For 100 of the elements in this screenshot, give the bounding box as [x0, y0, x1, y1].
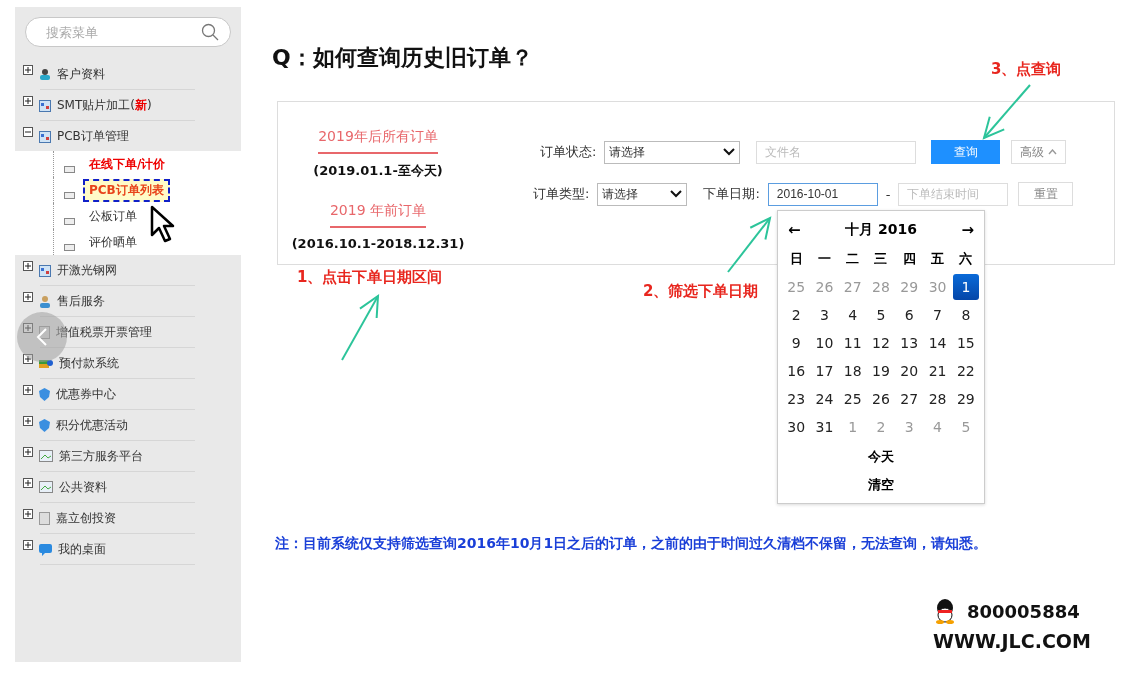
calendar-day[interactable]: 14	[924, 330, 951, 356]
calendar-day[interactable]: 31	[811, 414, 838, 440]
menu-item[interactable]: 优惠券中心	[56, 385, 116, 403]
expand-icon[interactable]	[23, 385, 33, 395]
calendar-day[interactable]: 1	[952, 274, 979, 300]
menu-item[interactable]: 客户资料	[57, 65, 105, 83]
document-icon	[39, 511, 50, 525]
calendar-day[interactable]: 7	[924, 302, 951, 328]
calendar-day[interactable]: 16	[783, 358, 810, 384]
menu-item[interactable]: PCB订单管理	[57, 127, 129, 145]
chevron-left-icon	[36, 327, 48, 347]
calendar-day[interactable]: 26	[867, 386, 895, 412]
menu-search-field[interactable]: 搜索菜单	[25, 17, 231, 47]
calendar-day[interactable]: 27	[896, 386, 923, 412]
chat-icon	[39, 542, 52, 556]
calendar-day[interactable]: 17	[811, 358, 838, 384]
clear-button[interactable]: 清空	[862, 473, 900, 497]
file-name-field[interactable]: 文件名	[756, 140, 917, 164]
calendar-day[interactable]: 28	[924, 386, 951, 412]
calendar-day[interactable]: 18	[839, 358, 866, 384]
document-icon	[39, 325, 50, 339]
expand-icon[interactable]	[23, 447, 33, 457]
calendar-day[interactable]: 20	[896, 358, 923, 384]
calendar-day[interactable]: 19	[867, 358, 895, 384]
menu-item[interactable]: 增值税票开票管理	[56, 323, 152, 341]
expand-icon[interactable]	[23, 292, 33, 302]
calendar-day[interactable]: 24	[811, 386, 838, 412]
expand-icon[interactable]	[23, 261, 33, 271]
menu-item[interactable]: 开激光钢网	[57, 261, 117, 279]
collapse-icon[interactable]	[23, 127, 33, 137]
expand-icon[interactable]	[23, 416, 33, 426]
calendar-day[interactable]: 25	[839, 386, 866, 412]
submenu-item[interactable]: 公板订单	[83, 204, 143, 228]
picture-icon	[39, 481, 53, 493]
calendar-day[interactable]: 12	[867, 330, 895, 356]
month-title: 十月 2016	[845, 221, 917, 239]
calendar-day[interactable]: 8	[952, 302, 979, 328]
weekday-label: 三	[873, 250, 889, 268]
chevron-down-icon	[670, 190, 683, 198]
calendar-day[interactable]: 22	[952, 358, 979, 384]
advanced-button[interactable]: 高级	[1011, 140, 1067, 164]
calendar-icon	[39, 129, 51, 143]
date-separator: -	[885, 186, 891, 202]
submenu-item[interactable]: 评价晒单	[83, 230, 143, 254]
qq-number: 800005884	[967, 600, 1080, 622]
menu-item[interactable]: 预付款系统	[59, 354, 119, 372]
today-button[interactable]: 今天	[862, 445, 900, 469]
document-icon	[64, 243, 75, 251]
date-range-text: (2016.10.1-2018.12.31)	[291, 236, 465, 251]
search-icon[interactable]	[201, 23, 219, 41]
menu-item[interactable]: 嘉立创投资	[56, 509, 116, 527]
expand-icon[interactable]	[23, 540, 33, 550]
field-label: 订单状态:	[540, 143, 597, 161]
calendar-day[interactable]: 2	[783, 302, 810, 328]
expand-icon[interactable]	[23, 65, 33, 75]
calendar-day[interactable]: 4	[839, 302, 866, 328]
status-select[interactable]: 请选择	[604, 140, 741, 164]
menu-item[interactable]: 公共资料	[59, 478, 107, 496]
calendar-day[interactable]: 9	[783, 330, 810, 356]
user-icon	[39, 294, 51, 308]
menu-item[interactable]: 我的桌面	[58, 540, 106, 558]
calendar-day[interactable]: 13	[896, 330, 923, 356]
step-label: 2、筛选下单日期	[643, 282, 759, 301]
step-label: 3、点查询	[991, 60, 1062, 79]
calendar-day[interactable]: 5	[867, 302, 895, 328]
menu-item[interactable]: SMT贴片加工(新)	[57, 96, 152, 114]
end-date-field[interactable]: 下单结束时间	[898, 182, 1009, 206]
chevron-up-icon	[1048, 149, 1058, 155]
weekday-label: 一	[816, 250, 832, 268]
calendar-day[interactable]: 3	[811, 302, 838, 328]
start-date-field[interactable]: 2016-10-01	[767, 182, 878, 206]
document-icon	[64, 165, 75, 173]
submenu-item[interactable]: 在线下单/计价	[83, 152, 172, 176]
calendar-day[interactable]: 29	[952, 386, 979, 412]
document-icon	[64, 191, 75, 199]
submenu-item[interactable]: PCB订单列表	[83, 178, 170, 202]
expand-icon[interactable]	[23, 509, 33, 519]
calendar-day[interactable]: 10	[811, 330, 838, 356]
type-select[interactable]: 请选择	[597, 182, 688, 206]
weekday-label: 日	[788, 250, 804, 268]
calendar-day[interactable]: 30	[783, 414, 810, 440]
calendar-day[interactable]: 11	[839, 330, 866, 356]
calendar-day[interactable]: 21	[924, 358, 951, 384]
expand-icon[interactable]	[23, 96, 33, 106]
calendar-day[interactable]: 15	[952, 330, 979, 356]
step-label: 1、点击下单日期区间	[297, 268, 443, 287]
next-month-button[interactable]: →	[961, 221, 974, 239]
calendar-icon	[39, 98, 51, 112]
menu-item[interactable]: 第三方服务平台	[59, 447, 143, 465]
calendar-day[interactable]: 23	[783, 386, 810, 412]
shield-icon	[39, 418, 50, 432]
calendar-day[interactable]: 6	[896, 302, 923, 328]
menu-item[interactable]: 积分优惠活动	[56, 416, 128, 434]
previous-month-button[interactable]: ←	[788, 221, 801, 239]
document-icon	[64, 217, 75, 225]
expand-icon[interactable]	[23, 478, 33, 488]
coins-icon	[39, 357, 53, 369]
reset-button[interactable]: 重置	[1018, 182, 1074, 206]
expand-icon[interactable]	[23, 354, 33, 364]
menu-item[interactable]: 售后服务	[57, 292, 105, 310]
